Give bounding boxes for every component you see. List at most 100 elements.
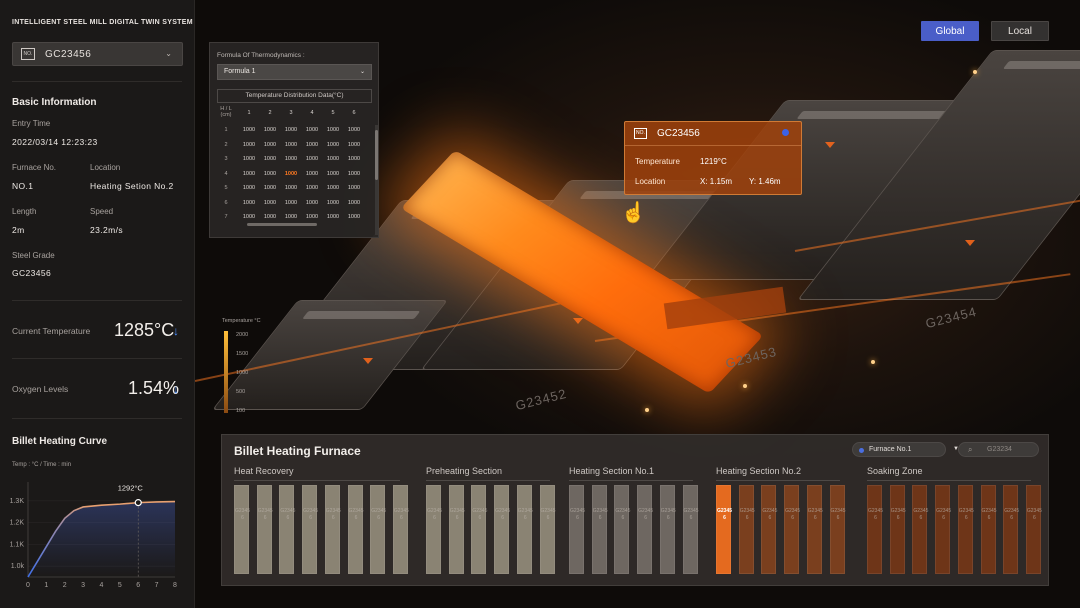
divider	[12, 358, 182, 359]
y-tick-label: 1.2K	[10, 520, 25, 527]
chevron-down-icon: ⌄	[165, 49, 172, 58]
billet-slot[interactable]: G23456	[516, 485, 533, 574]
heat-marker-icon	[825, 142, 835, 148]
formula-select-value: Formula 1	[224, 68, 256, 75]
x-tick-label: 2	[63, 582, 67, 589]
x-tick-label: 1	[44, 582, 48, 589]
billet-slot-label: G23456	[717, 508, 733, 521]
billet-slot[interactable]: G23456	[1003, 485, 1019, 574]
zone-label: Heating Section No.1	[569, 466, 655, 476]
billet-slot[interactable]: G23456	[256, 485, 273, 574]
current-temp-value: 1285°C	[114, 320, 175, 340]
left-info-panel: INTELLIGENT STEEL MILL DIGITAL TWIN SYST…	[0, 0, 195, 608]
billet-slot-label: G23456	[785, 508, 801, 521]
billet-slot-label: G23456	[235, 508, 251, 521]
table-cell: 1000	[242, 185, 256, 191]
billet-slot[interactable]: G23456	[392, 485, 409, 574]
billet-slot[interactable]: G23456	[761, 485, 778, 574]
billet-slot[interactable]: G23456	[806, 485, 823, 574]
billet-slot[interactable]: G23456	[448, 485, 465, 574]
length-label: Length	[12, 207, 37, 216]
billet-slot-label: G23456	[958, 508, 974, 521]
billet-tooltip: NO. GC23456 Temperature 1219°C Location …	[624, 121, 802, 195]
table-cell: 1000	[305, 156, 319, 162]
billet-slot-label: G23456	[325, 508, 341, 521]
billet-slot[interactable]: G23456	[347, 485, 364, 574]
tooltip-x-value: X: 1.15m	[700, 177, 733, 186]
billet-slot[interactable]: G23456	[889, 485, 906, 574]
table-cell: 1000	[347, 214, 361, 220]
divider	[12, 418, 182, 419]
y-tick-label: 1.3K	[10, 498, 25, 505]
billet-slot[interactable]: G23456	[980, 485, 997, 574]
tooltip-temp-label: Temperature	[635, 157, 680, 166]
billet-slot[interactable]: G23456	[324, 485, 341, 574]
x-tick-label: 5	[118, 582, 122, 589]
table-column-header: 5	[331, 110, 335, 116]
table-column-header: 3	[289, 110, 293, 116]
table-cell: 1000	[326, 214, 340, 220]
billet-slot[interactable]: G23456	[234, 485, 251, 574]
table-cell: 1000	[242, 199, 256, 206]
billet-slot[interactable]: G23456	[614, 485, 630, 574]
billet-slot[interactable]: G23456	[935, 485, 951, 574]
curve-marker-label: 1292°C	[118, 484, 144, 493]
billet-slot[interactable]: G23456	[738, 485, 755, 574]
billet-slot[interactable]: G23456	[539, 485, 556, 574]
furnace-select[interactable]: Furnace No.1 ▼	[852, 442, 959, 457]
table-row-header: 1	[224, 127, 228, 133]
formula-select[interactable]: Formula 1 ⌄	[217, 64, 372, 80]
zone-divider	[234, 480, 400, 481]
billet-slot-label: G23456	[472, 508, 488, 521]
billet-slot[interactable]: G23456	[659, 485, 676, 574]
billet-slot[interactable]: G23456	[784, 485, 801, 574]
entry-time-label: Entry Time	[12, 119, 51, 128]
table-caption: Temperature Distribution Data(°C)	[217, 89, 372, 103]
local-view-button[interactable]: Local	[991, 21, 1049, 41]
billet-slot[interactable]: G23456	[426, 485, 442, 574]
billet-slot[interactable]: G23456	[957, 485, 974, 574]
billet-slot[interactable]: G23456	[494, 485, 510, 574]
table-vertical-scrollbar[interactable]	[375, 125, 378, 235]
table-cell: 1000	[347, 156, 361, 162]
billet-slot-label: G23456	[762, 508, 778, 521]
billet-slot[interactable]: G23456	[302, 485, 318, 574]
table-cell: 1000	[326, 156, 340, 162]
status-dot-icon	[782, 129, 789, 136]
billet-slot-label: G23456	[592, 508, 608, 521]
billet-slot[interactable]: G23456	[569, 485, 585, 574]
billet-search-input[interactable]: ⌕ G23234	[958, 442, 1039, 457]
entry-time-value: 2022/03/14 12:23:23	[12, 137, 98, 147]
billet-slot[interactable]: G23456	[471, 485, 488, 574]
billet-slot[interactable]: G23456	[279, 485, 295, 574]
table-horizontal-scrollbar[interactable]	[247, 223, 317, 226]
furnace-label: Furnace No.	[12, 163, 57, 172]
current-temp-label: Current Temperature	[12, 326, 91, 336]
table-column-header: 2	[268, 110, 272, 116]
billet-slot[interactable]: G23456	[637, 485, 653, 574]
billet-slot[interactable]: G23456	[912, 485, 928, 574]
table-corner-header: H / L (cm)	[220, 106, 232, 118]
oxygen-value: 1.54%	[128, 378, 180, 398]
table-cell: 1000	[347, 170, 361, 177]
billet-slot-label: G23456	[739, 508, 755, 521]
legend-tick: 1000	[236, 370, 249, 376]
billet-slot[interactable]: G23456	[370, 485, 386, 574]
legend-tick: 100	[236, 408, 246, 414]
table-cell: 1000	[263, 199, 277, 206]
billet-slot[interactable]: G23456	[591, 485, 608, 574]
billet-slot[interactable]: G23456	[682, 485, 699, 574]
global-view-button[interactable]: Global	[921, 21, 979, 41]
y-tick-label: 1.0k	[11, 563, 25, 570]
legend-tick: 1500	[236, 351, 249, 357]
billet-slot[interactable]: G23456	[829, 485, 846, 574]
tooltip-y-value: Y: 1.46m	[749, 177, 781, 186]
billet-slot[interactable]: G23456	[1025, 485, 1042, 574]
billet-slot[interactable]: G23456	[867, 485, 883, 574]
billet-slot-label: G23456	[1026, 508, 1042, 521]
billet-slot-label: G23456	[348, 508, 364, 521]
billet-selector[interactable]: NO. GC23456 ⌄	[12, 42, 183, 66]
billet-slot[interactable]: G23456	[716, 485, 733, 574]
heating-curve-chart[interactable]: 1.3K 1.2K 1.1K 1.0k 0 1 2 3 4 5 6 7 8 1292°C	[0, 455, 195, 608]
table-cell: 1000	[305, 214, 319, 220]
